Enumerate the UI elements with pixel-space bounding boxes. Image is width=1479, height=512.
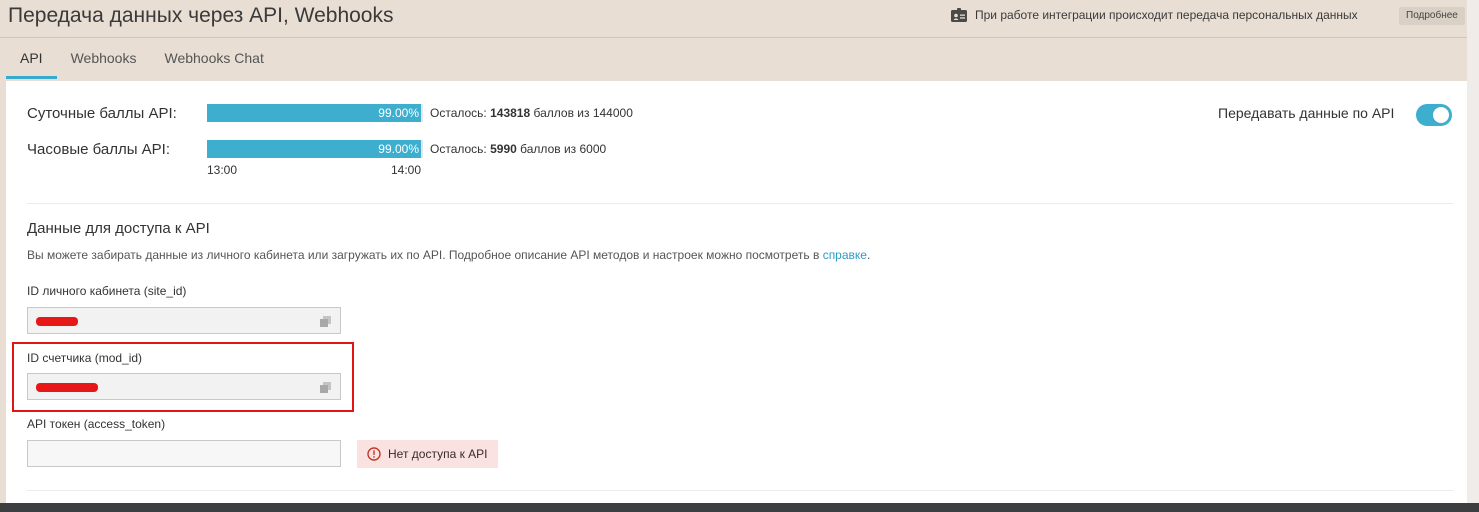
tab-bar: API Webhooks Webhooks Chat (6, 38, 278, 80)
api-toggle-knob (1433, 107, 1449, 123)
hourly-score-label: Часовые баллы API: (27, 141, 170, 158)
access-description-text: Вы можете забирать данные из личного каб… (27, 248, 820, 262)
time-end: 14:00 (391, 163, 422, 177)
more-info-button[interactable]: Подробнее (1399, 7, 1465, 25)
no-access-text: Нет доступа к API (388, 447, 488, 461)
help-link[interactable]: справке (823, 248, 867, 262)
api-toggle[interactable] (1416, 104, 1452, 126)
footer-bar (0, 503, 1479, 512)
site-id-label: ID личного кабинета (site_id) (27, 284, 187, 298)
time-start: 13:00 (207, 163, 238, 177)
tab-api[interactable]: API (6, 38, 57, 79)
hourly-remaining-prefix: Осталось: (430, 142, 487, 156)
hourly-remaining-suffix: баллов из 6000 (520, 142, 607, 156)
mod-id-label: ID счетчика (mod_id) (27, 351, 143, 365)
personal-data-notice: При работе интеграции происходит передач… (951, 8, 1358, 22)
daily-remaining: Осталось: 143818 баллов из 144000 (430, 106, 633, 120)
mod-id-field[interactable] (27, 373, 341, 400)
redacted-mark (36, 317, 78, 326)
exclamation-circle-icon (367, 447, 381, 461)
scrollbar[interactable] (1467, 0, 1479, 503)
no-access-alert: Нет доступа к API (357, 440, 498, 468)
redacted-mark (36, 383, 98, 392)
id-card-icon (951, 8, 967, 22)
copy-icon[interactable] (320, 316, 331, 327)
hourly-remaining-value: 5990 (490, 142, 517, 156)
page-title: Передача данных через API, Webhooks (8, 4, 394, 27)
token-label: API токен (access_token) (27, 417, 166, 431)
daily-remaining-suffix: баллов из 144000 (533, 106, 633, 120)
access-description: Вы можете забирать данные из личного каб… (27, 248, 870, 262)
tab-webhooks-chat[interactable]: Webhooks Chat (150, 38, 277, 79)
api-panel: Суточные баллы API: 99.00% Осталось: 143… (6, 81, 1467, 503)
daily-score-percent: 99.00% (378, 106, 419, 120)
copy-icon[interactable] (320, 382, 331, 393)
hourly-score-percent: 99.00% (378, 142, 419, 156)
daily-remaining-prefix: Осталось: (430, 106, 487, 120)
hourly-score-bar: 99.00% (207, 140, 423, 158)
tab-webhooks[interactable]: Webhooks (57, 38, 151, 79)
page-header: Передача данных через API, Webhooks При … (0, 0, 1467, 38)
access-section-title: Данные для доступа к API (27, 220, 210, 237)
notice-text: При работе интеграции происходит передач… (975, 8, 1358, 22)
daily-score-label: Суточные баллы API: (27, 105, 177, 122)
access-description-end: . (866, 248, 871, 262)
hourly-remaining: Осталось: 5990 баллов из 6000 (430, 142, 606, 156)
daily-remaining-value: 143818 (490, 106, 531, 120)
site-id-field[interactable] (27, 307, 341, 334)
daily-score-bar: 99.00% (207, 104, 423, 122)
api-toggle-label: Передавать данные по API (1218, 105, 1395, 121)
token-field[interactable] (27, 440, 341, 467)
bottom-divider (27, 490, 1453, 491)
section-divider (27, 203, 1453, 204)
